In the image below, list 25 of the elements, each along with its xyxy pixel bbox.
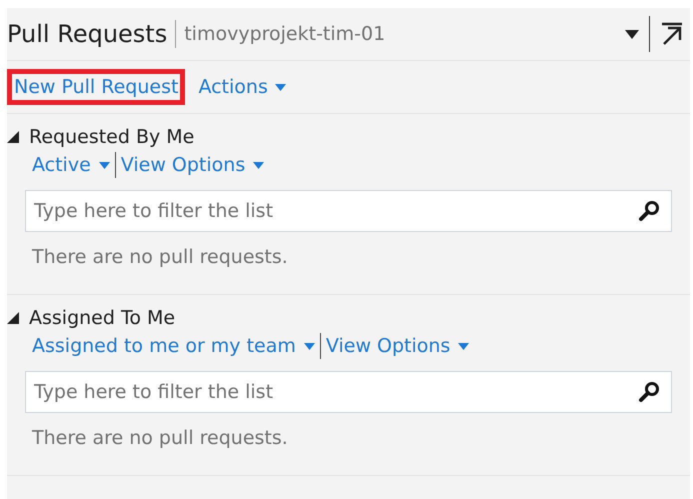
- caret-icon: [274, 84, 286, 90]
- filter-dropdown[interactable]: View Options: [326, 335, 470, 357]
- filter-dropdown[interactable]: Active: [32, 154, 110, 176]
- new-pull-request-link[interactable]: New Pull Request: [7, 69, 186, 105]
- caret-icon: [253, 162, 264, 168]
- empty-message: There are no pull requests.: [32, 427, 289, 449]
- section-title: Assigned To Me: [29, 307, 176, 329]
- panel-title: Pull Requests: [7, 20, 168, 48]
- caret-icon: [458, 342, 470, 350]
- undock-icon[interactable]: [660, 22, 684, 46]
- actions-dropdown[interactable]: Actions: [191, 69, 293, 105]
- expanded-icon[interactable]: [7, 131, 19, 143]
- search-icon: [638, 381, 660, 403]
- caret-icon: [98, 162, 110, 168]
- search-icon: [638, 200, 660, 222]
- caret-icon: [304, 342, 315, 350]
- dropdown-icon[interactable]: [625, 30, 639, 38]
- repository-name: timovyprojekt-tim-01: [184, 23, 386, 45]
- filter-search-field[interactable]: Type here to filter the list: [25, 190, 672, 232]
- filter-dropdown[interactable]: Assigned to me or my team: [32, 335, 315, 357]
- section-title: Requested By Me: [29, 126, 194, 148]
- filter-search-field[interactable]: Type here to filter the list: [25, 371, 672, 413]
- expanded-icon[interactable]: [7, 312, 19, 324]
- filter-dropdown[interactable]: View Options: [120, 154, 264, 176]
- empty-message: There are no pull requests.: [32, 246, 289, 268]
